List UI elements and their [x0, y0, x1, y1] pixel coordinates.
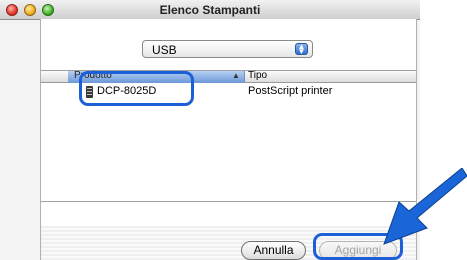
popup-arrows-icon: ▲ ▼ — [295, 43, 308, 56]
product-highlight-ring — [79, 71, 194, 106]
printer-list-window: Elenco Stampanti USB ▲ ▼ Prodotto ▲ Tipo … — [0, 0, 420, 260]
window-title: Elenco Stampanti — [159, 3, 261, 17]
connection-popup-value: USB — [152, 43, 177, 57]
pointer-arrow-shape — [383, 168, 467, 245]
row-type: PostScript printer — [248, 85, 333, 97]
sort-ascending-icon: ▲ — [232, 71, 240, 80]
pointer-arrow-icon — [383, 168, 467, 245]
add-printer-sheet: USB ▲ ▼ Prodotto ▲ Tipo DCP-8025D PostScr… — [40, 19, 417, 260]
column-header-type[interactable]: Tipo — [248, 70, 267, 81]
connection-popup[interactable]: USB ▲ ▼ — [142, 40, 313, 58]
cancel-button[interactable]: Annulla — [241, 241, 306, 260]
window-titlebar: Elenco Stampanti — [0, 0, 420, 20]
